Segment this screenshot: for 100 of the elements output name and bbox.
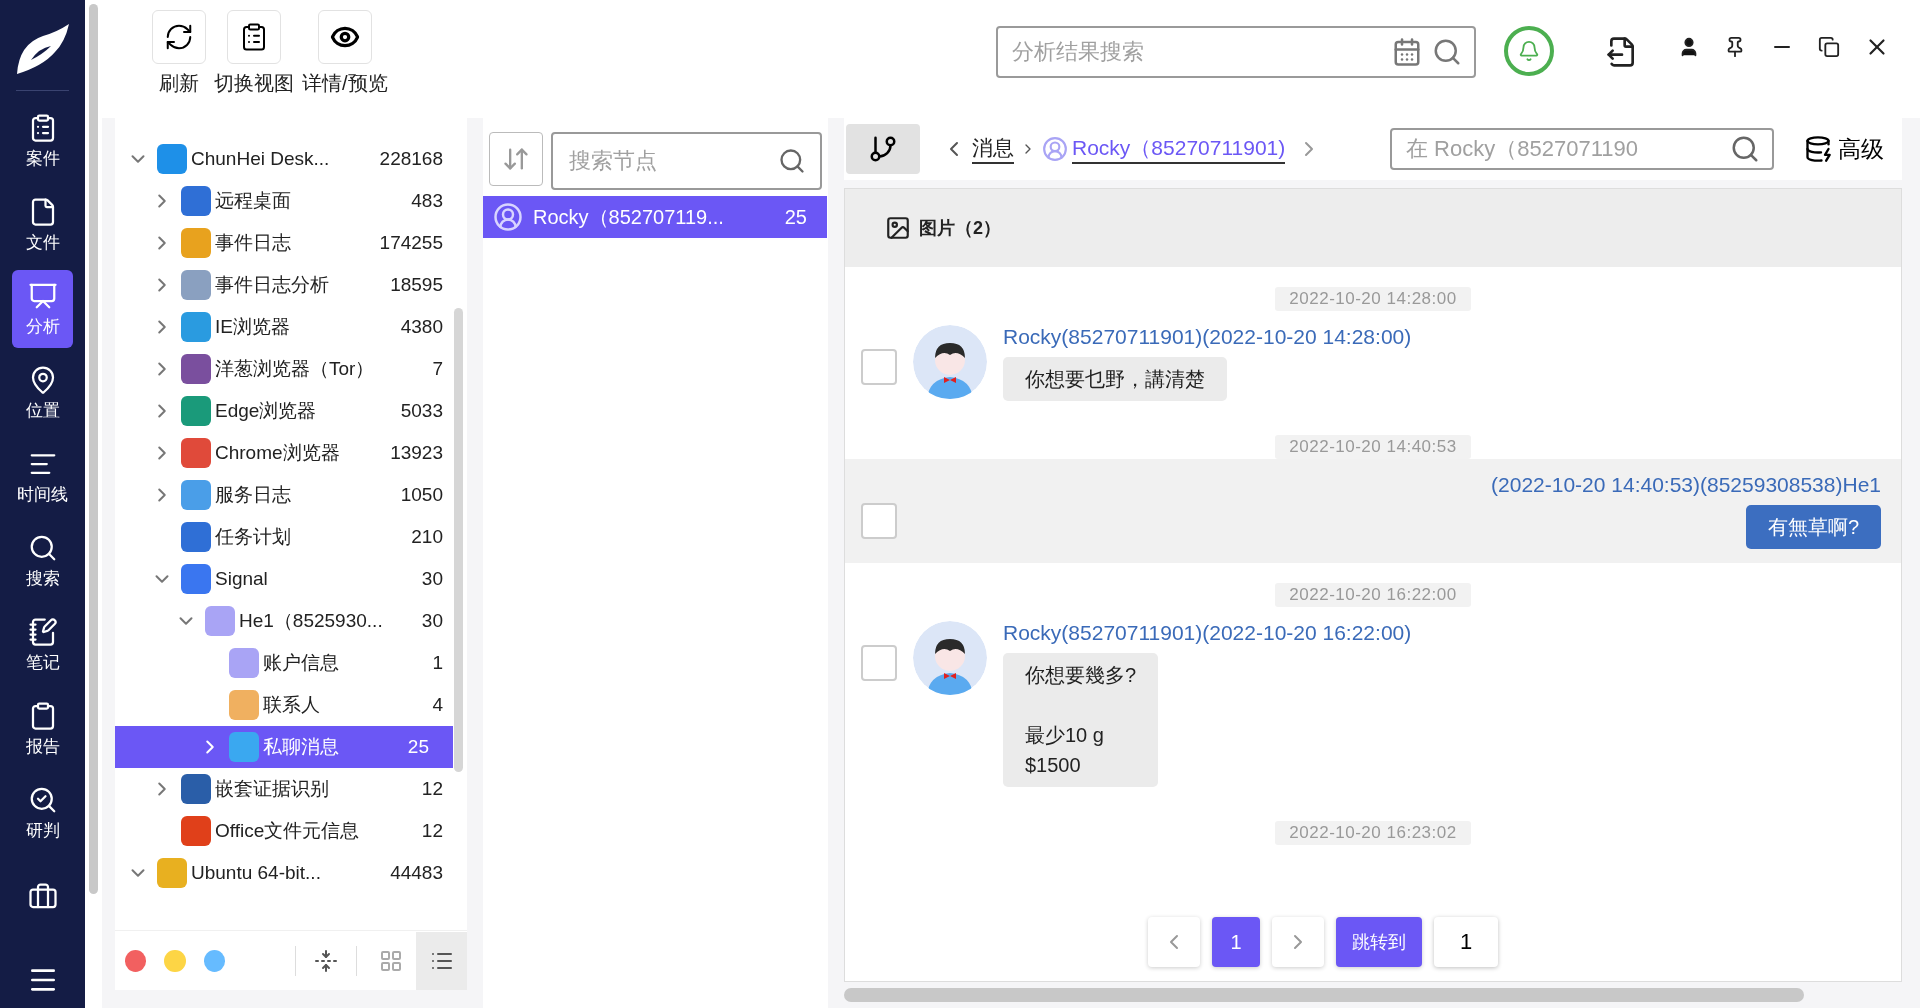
nav-item[interactable]: 报告: [12, 690, 73, 768]
collapse-icon[interactable]: [314, 948, 339, 973]
scrollbar-thumb[interactable]: [454, 308, 463, 772]
tree-item[interactable]: ChunHei Desk... 228168: [115, 138, 467, 180]
scrollbar-thumb[interactable]: [89, 4, 98, 894]
tree-label: Ubuntu 64-bit...: [191, 862, 322, 884]
timestamp: 2022-10-20 14:28:00: [1275, 287, 1471, 311]
tree-label: Signal: [215, 568, 269, 590]
sender-line: (2022-10-20 14:40:53)(85259308538)He1: [1491, 473, 1881, 497]
toolbar-button[interactable]: [317, 10, 372, 64]
tree-label: Chrome浏览器: [215, 441, 341, 465]
nav-item[interactable]: 案件: [12, 102, 73, 180]
section-title: 图片（2）: [919, 217, 1001, 240]
toolbar-label: 切换视图: [214, 71, 294, 96]
item-count: 30: [421, 568, 443, 590]
search-input[interactable]: 在 Rocky（8527071190: [1404, 135, 1730, 163]
tree-item[interactable]: 私聊消息 25: [115, 726, 453, 768]
tree-item[interactable]: Ubuntu 64-bit... 44483: [115, 852, 467, 894]
sender-line: Rocky(85270711901)(2022-10-20 14:28:00): [1003, 325, 1412, 349]
page-input[interactable]: 1: [1434, 917, 1498, 967]
item-count: 228168: [379, 148, 443, 170]
search-field[interactable]: 搜索节点: [551, 132, 822, 190]
item-count: 18595: [390, 274, 443, 296]
bell-button[interactable]: [1504, 26, 1554, 76]
branch-icon: [868, 134, 898, 164]
tree-item[interactable]: Chrome浏览器 13923: [115, 432, 467, 474]
nav-item[interactable]: 分析: [12, 270, 73, 348]
tree-label: IE浏览器: [215, 315, 291, 339]
toolbar-label: 详情/预览: [302, 71, 388, 96]
tree-label: 服务日志: [215, 483, 292, 507]
item-count: 4380: [400, 316, 443, 338]
tree-label: 事件日志分析: [215, 273, 330, 297]
tree-item[interactable]: Office文件元信息 12: [115, 810, 467, 852]
breadcrumb-link[interactable]: 消息: [972, 134, 1014, 164]
tree-item[interactable]: 远程桌面 483: [115, 180, 467, 222]
tree-item[interactable]: Signal 30: [115, 558, 467, 600]
page-button[interactable]: 1: [1212, 917, 1260, 967]
tree-label: 事件日志: [215, 231, 292, 255]
toolbar-button[interactable]: [227, 10, 281, 64]
search-input[interactable]: 搜索节点: [567, 147, 770, 175]
tree-item[interactable]: Edge浏览器 5033: [115, 390, 467, 432]
search-icon[interactable]: [778, 147, 806, 175]
toolbar-label: 刷新: [159, 71, 199, 96]
checkbox[interactable]: [861, 349, 897, 385]
search-field[interactable]: 分析结果搜索: [996, 26, 1476, 78]
nav-item[interactable]: 文件: [12, 186, 73, 264]
toolbar-button[interactable]: [152, 10, 206, 64]
node-label: Rocky（852707119...: [533, 204, 725, 230]
tree-item[interactable]: 联系人 4: [115, 684, 467, 726]
bell-icon: [1518, 40, 1540, 62]
tree-item[interactable]: IE浏览器 4380: [115, 306, 467, 348]
item-count: 5033: [400, 400, 443, 422]
calendar-icon[interactable]: [1392, 37, 1422, 67]
search-input[interactable]: 分析结果搜索: [1010, 38, 1382, 66]
nav-item[interactable]: 笔记: [12, 606, 73, 684]
tree-item[interactable]: 事件日志 174255: [115, 222, 467, 264]
item-count: 4: [432, 694, 443, 716]
color-dot[interactable]: [125, 949, 147, 972]
message-bubble: 你想要乜野，講清楚: [1003, 357, 1227, 401]
color-dot[interactable]: [164, 949, 186, 972]
tree-item[interactable]: 账户信息 1: [115, 642, 467, 684]
checkbox[interactable]: [861, 645, 897, 681]
tree-label: 嵌套证据识别: [215, 777, 330, 801]
item-count: 25: [784, 205, 807, 229]
tree-item[interactable]: 嵌套证据识别 12: [115, 768, 467, 810]
search-icon[interactable]: [1730, 134, 1760, 164]
message-bubble: 有無草啊?: [1745, 505, 1881, 549]
item-count: 483: [411, 190, 443, 212]
image-icon: [885, 215, 911, 241]
sort-button[interactable]: [489, 132, 543, 186]
tree-item[interactable]: He1（8525930... 30: [115, 600, 467, 642]
tree-item[interactable]: 事件日志分析 18595: [115, 264, 467, 306]
sender-line: Rocky(85270711901)(2022-10-20 16:22:00): [1003, 621, 1412, 645]
advanced-button[interactable]: 高级: [1798, 132, 1890, 166]
search-field[interactable]: 在 Rocky（8527071190: [1390, 128, 1774, 170]
restore-icon[interactable]: [1818, 36, 1840, 58]
nav-item[interactable]: 搜索: [12, 522, 73, 600]
item-count: 44483: [390, 862, 443, 884]
nav-item[interactable]: 时间线: [12, 438, 73, 516]
branch-button[interactable]: [846, 124, 920, 174]
nav-item[interactable]: 研判: [12, 774, 73, 852]
tree-item[interactable]: 洋葱浏览器（Tor） 7: [115, 348, 467, 390]
jump-button[interactable]: 跳转到: [1336, 917, 1422, 967]
search-icon[interactable]: [1432, 37, 1462, 67]
tree-label: Edge浏览器: [215, 399, 318, 423]
item-count: 13923: [390, 442, 443, 464]
item-count: 7: [432, 358, 443, 380]
breadcrumb-link[interactable]: Rocky（85270711901): [1072, 134, 1286, 164]
node-item[interactable]: Rocky（852707119... 25: [483, 196, 827, 238]
checkbox[interactable]: [861, 503, 897, 539]
user-icon: [493, 202, 523, 232]
tree-item[interactable]: 服务日志 1050: [115, 474, 467, 516]
tree-label: 远程桌面: [215, 189, 292, 213]
color-dot[interactable]: [203, 949, 226, 972]
nav-item[interactable]: 位置: [12, 354, 73, 432]
tree-item[interactable]: 任务计划 210: [115, 516, 467, 558]
tree-label: Office文件元信息: [215, 819, 361, 843]
list-view-button[interactable]: [416, 931, 467, 990]
scrollbar-thumb[interactable]: [844, 988, 1804, 1002]
tree-label: 账户信息: [263, 651, 340, 675]
